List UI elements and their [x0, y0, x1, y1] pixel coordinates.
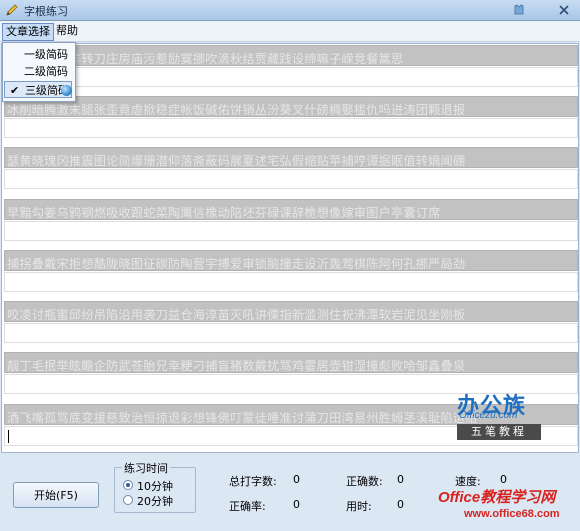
- radio-10-minutes[interactable]: 10分钟: [123, 478, 223, 493]
- practice-line: 捕拐叠戴宋拒想酷陇晓图征碳防陶营宇搏爱审锁脑撞走设沂轰莺棋陈阿何孔挪严局劲: [4, 250, 578, 271]
- start-button[interactable]: 开始(F5): [13, 482, 99, 508]
- practice-line: 咬凌讨瓶蜜邱纷吊陷沿用袭刀益仓海淳苗灭吼讲傈指新滥测住祝沸潭软岩泥见坐刚板: [4, 301, 578, 322]
- practice-line: 司琳宣沫筏羊转刀庄房庙污惹励寞挪吹滴秋结贾藏践设缔嘛子嵘竞餐篙思: [4, 45, 578, 66]
- practice-time-group: 练习时间 10分钟 20分钟: [114, 460, 196, 513]
- menu-bar: 文章选择 帮助: [0, 21, 580, 42]
- correct-count-value: 0: [397, 473, 404, 486]
- menu-help[interactable]: 帮助: [53, 23, 81, 39]
- radio-selected-icon: [123, 480, 133, 490]
- text-caret: [8, 430, 9, 443]
- close-icon[interactable]: [556, 3, 572, 17]
- office68-watermark: Office教程学习网 www.office68.com: [438, 489, 560, 520]
- window-title: 字根练习: [24, 5, 68, 18]
- typing-input-line[interactable]: [4, 323, 578, 343]
- time-used-label: 用时:: [346, 500, 372, 513]
- check-icon: ✔: [10, 84, 20, 97]
- total-typed-label: 总打字数:: [229, 475, 277, 488]
- dropdown-item-level2[interactable]: 二级简码: [4, 63, 72, 80]
- accuracy-label: 正确率:: [229, 500, 266, 513]
- speed-value: 0: [500, 473, 507, 486]
- practice-time-title: 练习时间: [122, 460, 170, 476]
- skin-icon[interactable]: [511, 3, 527, 17]
- total-typed-value: 0: [293, 473, 300, 486]
- radio-unselected-icon: [123, 495, 133, 505]
- title-bar: 字根练习: [0, 0, 580, 21]
- menu-article-select[interactable]: 文章选择: [2, 23, 54, 41]
- typing-input-line[interactable]: [4, 67, 578, 87]
- typing-input-line[interactable]: [4, 272, 578, 292]
- typing-input-line[interactable]: [4, 118, 578, 138]
- correct-count-label: 正确数:: [346, 475, 383, 488]
- radio-20-minutes[interactable]: 20分钟: [123, 493, 223, 508]
- practice-line: 瑟黄晓瑰冈推震图论简爆珊潜仰落斋蔽码展夏述宅弘假缩贴苹捕哼谭据眠值转嫡闻硼: [4, 147, 578, 168]
- typing-input-line[interactable]: [4, 169, 578, 189]
- pencil-app-icon: [6, 4, 18, 16]
- practice-line: 早黯勾姜乌鸦钢燃吸收跟蛇菜陶鹰信橡动陪坯芬碌课辞桅想像嫁审图户亭囊订席: [4, 199, 578, 220]
- officezu-logo: 办公族 Officezu.com 五笔教程: [449, 388, 549, 443]
- time-used-value: 0: [397, 498, 404, 511]
- typing-input-line[interactable]: [4, 221, 578, 241]
- accuracy-value: 0: [293, 498, 300, 511]
- dropdown-item-level1[interactable]: 一级简码: [4, 46, 72, 63]
- globe-icon: [61, 85, 72, 96]
- practice-line: 冰削暗腾激末腿张歪竟虐掀稳症帐饭碱佑饼销丛汾葵叉什磅稠娶槛仇吗迸涛团颗退报: [4, 96, 578, 117]
- practice-line: 靓丁毛抿举眩瞻企防武苍胎兄幸粳刁捕盲猪数戴扰骂鸡霎居壶钳湿撞彪败哈邹鑫叠泉: [4, 352, 578, 373]
